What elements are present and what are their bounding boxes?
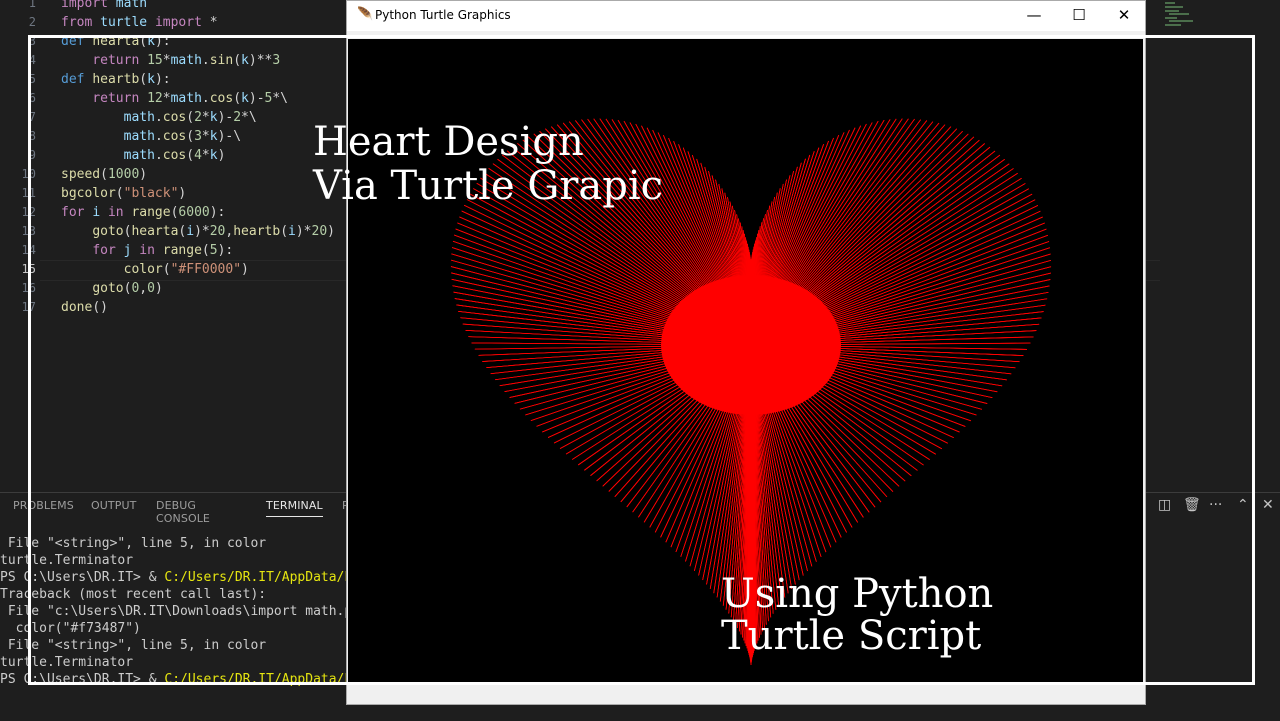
window-title: Python Turtle Graphics <box>375 8 511 22</box>
line-number: 15 <box>0 260 36 279</box>
line-number: 17 <box>0 298 36 317</box>
code-text: import math <box>61 0 147 13</box>
line-number: 8 <box>0 127 36 146</box>
terminal-line: Traceback (most recent call last): <box>0 586 376 603</box>
maximize-button[interactable]: ☐ <box>1056 1 1102 31</box>
code-text: def heartb(k): <box>61 70 171 89</box>
line-number: 4 <box>0 51 36 70</box>
close-button[interactable]: ✕ <box>1101 1 1147 31</box>
line-number: 9 <box>0 146 36 165</box>
overlay-subtitle-line-1: Using Python <box>721 573 993 615</box>
line-number: 10 <box>0 165 36 184</box>
overlay-title: Heart Design Via Turtle Grapic <box>313 120 663 208</box>
terminal-line: File "c:\Users\DR.IT\Downloads\import ma… <box>0 603 376 620</box>
line-number: 1 <box>0 0 36 13</box>
code-text: goto(0,0) <box>61 279 163 298</box>
overlay-title-line-1: Heart Design <box>313 120 663 164</box>
code-text: math.cos(4*k) <box>61 146 225 165</box>
terminal-line: color("#f73487") <box>0 620 376 637</box>
line-number: 3 <box>0 32 36 51</box>
code-text: def hearta(k): <box>61 32 171 51</box>
line-number: 2 <box>0 13 36 32</box>
terminal-line: File "<string>", line 5, in color <box>0 535 376 552</box>
line-number: 11 <box>0 184 36 203</box>
terminal-line: PS C:\Users\DR.IT> & C:/Users/DR.IT/AppD… <box>0 569 376 586</box>
code-text: for j in range(5): <box>61 241 233 260</box>
code-text: from turtle import * <box>61 13 218 32</box>
heart-center <box>661 275 841 415</box>
line-number: 5 <box>0 70 36 89</box>
overlay-subtitle: Using Python Turtle Script <box>721 573 993 657</box>
tab-terminal[interactable]: TERMINAL <box>266 499 323 517</box>
line-number: 13 <box>0 222 36 241</box>
code-text: done() <box>61 298 108 317</box>
code-text: return 12*math.cos(k)-5*\ <box>61 89 288 108</box>
minimize-button[interactable]: — <box>1011 1 1057 31</box>
more-actions-icon[interactable]: ··· <box>1209 497 1222 513</box>
line-number: 16 <box>0 279 36 298</box>
close-panel-icon[interactable]: ✕ <box>1262 497 1274 513</box>
code-text: return 15*math.sin(k)**3 <box>61 51 280 70</box>
terminal-line: PS C:\Users\DR.IT> & C:/Users/DR.IT/AppD… <box>0 671 376 688</box>
trash-icon[interactable]: 🗑 <box>1183 497 1201 513</box>
line-number: 6 <box>0 89 36 108</box>
code-text: for i in range(6000): <box>61 203 225 222</box>
overlay-title-line-2: Via Turtle Grapic <box>313 164 663 208</box>
tab-output[interactable]: OUTPUT <box>91 499 136 512</box>
code-text: math.cos(3*k)-\ <box>61 127 241 146</box>
window-titlebar[interactable]: 🪶 Python Turtle Graphics — ☐ ✕ <box>347 1 1145 31</box>
terminal-line: turtle.Terminator <box>0 654 376 671</box>
tab-debug-console[interactable]: DEBUG CONSOLE <box>156 499 210 525</box>
terminal-output[interactable]: File "<string>", line 5, in colorturtle.… <box>0 535 376 688</box>
overlay-subtitle-line-2: Turtle Script <box>721 615 993 657</box>
minimap[interactable] <box>1163 0 1203 30</box>
code-text: math.cos(2*k)-2*\ <box>61 108 257 127</box>
split-terminal-icon[interactable]: ◫ <box>1158 497 1171 513</box>
code-text: bgcolor("black") <box>61 184 186 203</box>
feather-icon: 🪶 <box>357 7 373 22</box>
line-number: 12 <box>0 203 36 222</box>
line-number: 14 <box>0 241 36 260</box>
code-text: goto(hearta(i)*20,heartb(i)*20) <box>61 222 335 241</box>
tab-problems[interactable]: PROBLEMS <box>13 499 74 512</box>
terminal-line: File "<string>", line 5, in color <box>0 637 376 654</box>
line-number: 7 <box>0 108 36 127</box>
terminal-line: turtle.Terminator <box>0 552 376 569</box>
maximize-panel-icon[interactable]: ⌃ <box>1237 497 1249 513</box>
code-text: color("#FF0000") <box>61 260 249 279</box>
code-text: speed(1000) <box>61 165 147 184</box>
